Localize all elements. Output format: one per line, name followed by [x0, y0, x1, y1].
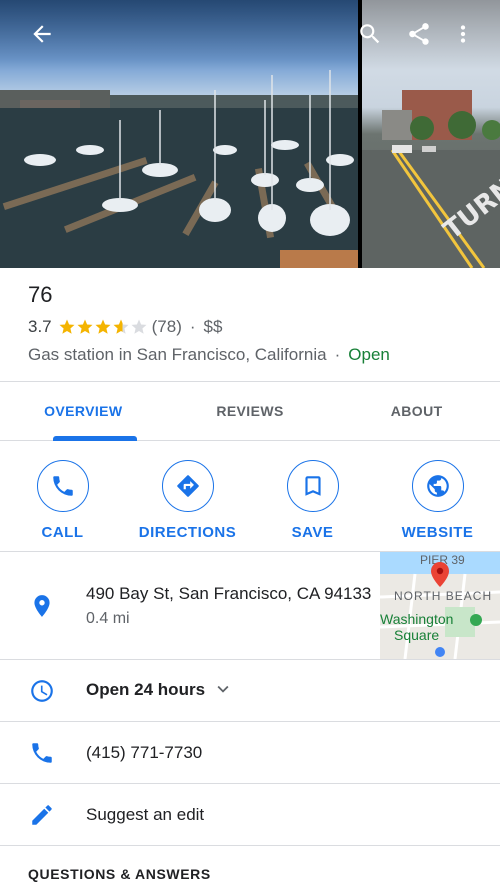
globe-icon	[426, 475, 449, 497]
directions-icon	[176, 475, 199, 497]
hours-text: Open 24 hours	[86, 680, 206, 699]
bookmark-icon	[304, 476, 321, 496]
call-button[interactable]: CALL	[0, 448, 125, 551]
current-location-icon	[435, 647, 445, 657]
suggest-edit-row[interactable]: Suggest an edit	[0, 784, 500, 846]
hours-expand-button[interactable]	[212, 678, 234, 700]
website-circle	[411, 460, 464, 512]
save-label: SAVE	[291, 524, 334, 541]
place-category: Gas station in San Francisco, California	[28, 345, 327, 364]
star-full-icon	[59, 319, 75, 334]
directions-button[interactable]: DIRECTIONS	[125, 448, 250, 551]
star-full-icon	[95, 319, 111, 334]
call-label: CALL	[41, 524, 84, 541]
more-options-button[interactable]	[443, 14, 483, 54]
star-full-icon	[77, 319, 93, 334]
location-pin-icon	[28, 592, 56, 620]
map-label-washington: Washington	[380, 611, 453, 627]
phone-icon	[28, 739, 56, 767]
share-icon	[409, 23, 429, 45]
place-name: 76	[28, 282, 53, 307]
chevron-down-icon	[217, 685, 229, 693]
suggest-edit-label: Suggest an edit	[86, 805, 205, 824]
tab-overview[interactable]: OVERVIEW	[0, 382, 167, 440]
phone-row[interactable]: (415) 771-7730	[0, 722, 500, 784]
map-label-square: Square	[394, 627, 439, 643]
hours-row[interactable]: Open 24 hours	[0, 660, 500, 722]
map-thumbnail[interactable]: PIER 39 NORTH BEACH Washington Square	[380, 552, 500, 659]
separator-dot: ·	[189, 317, 196, 336]
map-label-north-beach: NORTH BEACH	[394, 589, 492, 603]
save-circle	[286, 460, 339, 512]
category-row: Gas station in San Francisco, California…	[28, 342, 488, 368]
pencil-icon	[28, 801, 56, 829]
directions-circle	[161, 460, 214, 512]
save-button[interactable]: SAVE	[250, 448, 375, 551]
star-half-icon	[113, 319, 129, 334]
distance-text: 0.4 mi	[86, 610, 130, 627]
address-text: 490 Bay St, San Francisco, CA 94133	[86, 584, 372, 603]
price-level: $$	[203, 317, 223, 336]
more-vert-icon	[460, 25, 466, 43]
photo-carousel[interactable]: TURN	[0, 0, 500, 268]
place-header: 76 3.7 (78) · $$ Gas station in San Fran…	[28, 282, 488, 368]
star-rating	[58, 318, 148, 336]
directions-label: DIRECTIONS	[138, 524, 237, 541]
tab-bar: OVERVIEW REVIEWS ABOUT	[0, 381, 500, 441]
questions-answers-heading: QUESTIONS & ANSWERS	[28, 866, 211, 882]
park-marker-icon	[470, 614, 482, 626]
open-status: Open	[348, 345, 390, 364]
separator-dot: ·	[334, 345, 341, 364]
search-button[interactable]	[350, 14, 390, 54]
review-count: (78)	[151, 317, 182, 336]
map-illustration: PIER 39 NORTH BEACH Washington Square	[380, 552, 500, 659]
active-tab-indicator	[53, 436, 137, 441]
tab-reviews[interactable]: REVIEWS	[167, 382, 334, 440]
action-bar: CALL DIRECTIONS SAVE WEBSITE	[0, 448, 500, 552]
clock-icon	[28, 677, 56, 705]
website-label: WEBSITE	[401, 524, 474, 541]
rating-value: 3.7	[28, 317, 52, 336]
search-icon	[360, 24, 380, 44]
tab-about[interactable]: ABOUT	[333, 382, 500, 440]
call-circle	[36, 460, 89, 512]
phone-number: (415) 771-7730	[86, 743, 203, 762]
arrow-back-icon	[33, 25, 51, 43]
website-button[interactable]: WEBSITE	[375, 448, 500, 551]
share-button[interactable]	[399, 14, 439, 54]
rating-row[interactable]: 3.7 (78) · $$	[28, 314, 488, 340]
back-button[interactable]	[22, 14, 62, 54]
phone-icon	[52, 476, 73, 496]
star-empty-icon	[131, 319, 147, 334]
